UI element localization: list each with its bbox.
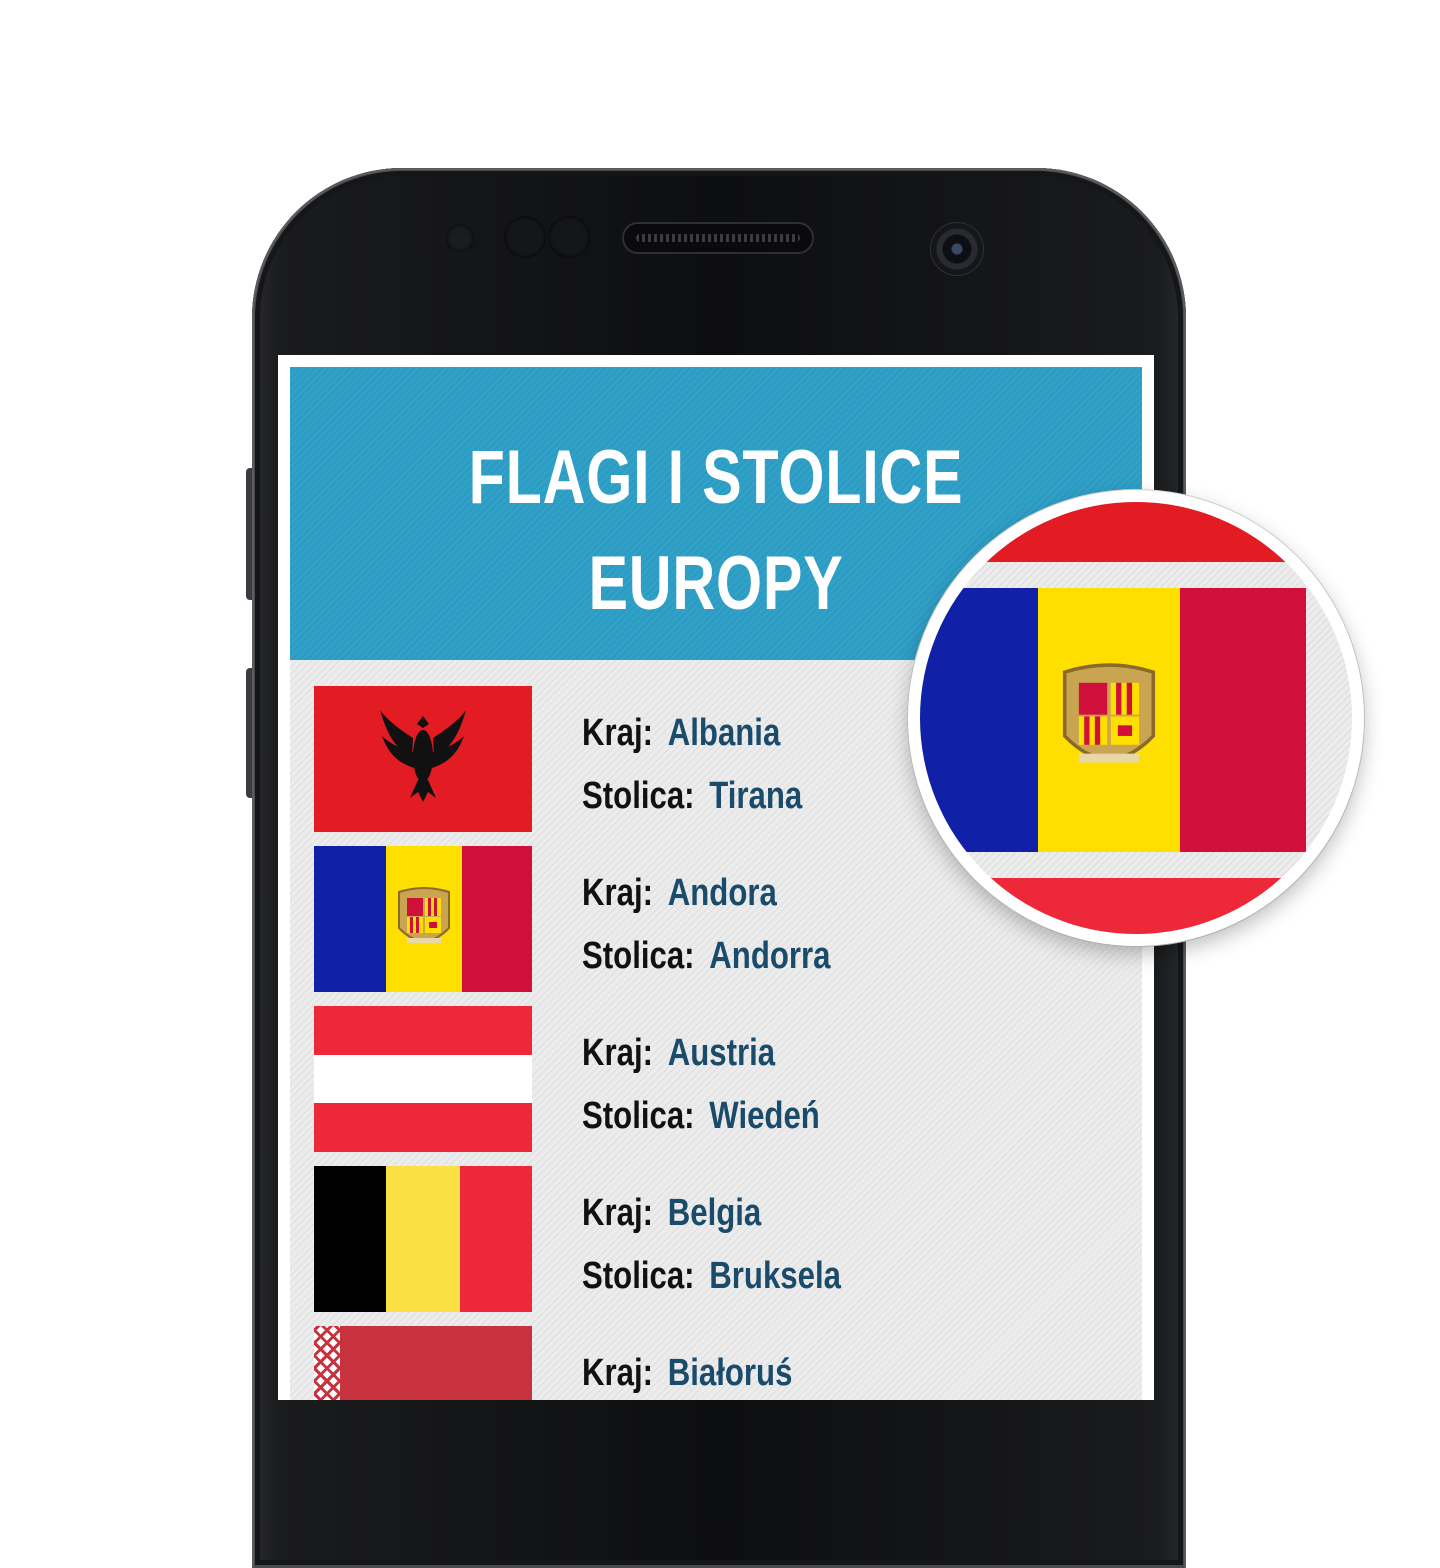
earpiece-speaker — [622, 222, 814, 254]
list-item[interactable]: Kraj: Białoruś — [314, 1326, 1134, 1400]
coat-of-arms-icon — [398, 887, 450, 943]
capital-label: Stolica: — [582, 935, 695, 977]
capital-label: Stolica: — [582, 1255, 695, 1297]
flag-austria — [314, 1006, 532, 1152]
ornament-icon — [314, 1326, 340, 1400]
flag-andorra — [314, 846, 532, 992]
capital-name: Wiedeń — [709, 1095, 820, 1137]
country-info: Kraj: Białoruś — [582, 1342, 839, 1400]
flag-belgium — [314, 1166, 532, 1312]
capital-label: Stolica: — [582, 1095, 695, 1137]
magnified-flag-andorra — [920, 502, 1352, 934]
list-item[interactable]: Kraj: Belgia Stolica: Bruksela — [314, 1166, 1134, 1312]
country-info: Kraj: Belgia Stolica: Bruksela — [582, 1182, 898, 1308]
country-name: Belgia — [667, 1192, 762, 1234]
proximity-sensor — [446, 224, 474, 252]
capital-name: Andorra — [709, 935, 831, 977]
country-name: Białoruś — [667, 1352, 793, 1394]
flag-albania — [314, 686, 532, 832]
country-info: Kraj: Andora Stolica: Andorra — [582, 862, 885, 988]
light-sensor — [504, 216, 546, 258]
eagle-icon — [380, 710, 466, 802]
front-camera-icon — [930, 222, 984, 276]
capital-label: Stolica: — [582, 775, 695, 817]
country-label: Kraj: — [582, 872, 653, 914]
iris-sensor — [548, 216, 590, 258]
country-name: Andora — [667, 872, 777, 914]
flag-belarus — [314, 1326, 532, 1400]
country-label: Kraj: — [582, 1032, 653, 1074]
country-name: Albania — [667, 712, 781, 754]
capital-name: Bruksela — [709, 1255, 841, 1297]
list-item[interactable]: Kraj: Austria Stolica: Wiedeń — [314, 1006, 1134, 1152]
country-info: Kraj: Albania Stolica: Tirana — [582, 702, 851, 828]
country-label: Kraj: — [582, 1352, 653, 1394]
capital-name: Tirana — [709, 775, 803, 817]
country-name: Austria — [667, 1032, 776, 1074]
coat-of-arms-icon — [1062, 663, 1156, 763]
magnifier — [908, 490, 1364, 946]
country-label: Kraj: — [582, 712, 653, 754]
country-info: Kraj: Austria Stolica: Wiedeń — [582, 1022, 872, 1148]
country-label: Kraj: — [582, 1192, 653, 1234]
